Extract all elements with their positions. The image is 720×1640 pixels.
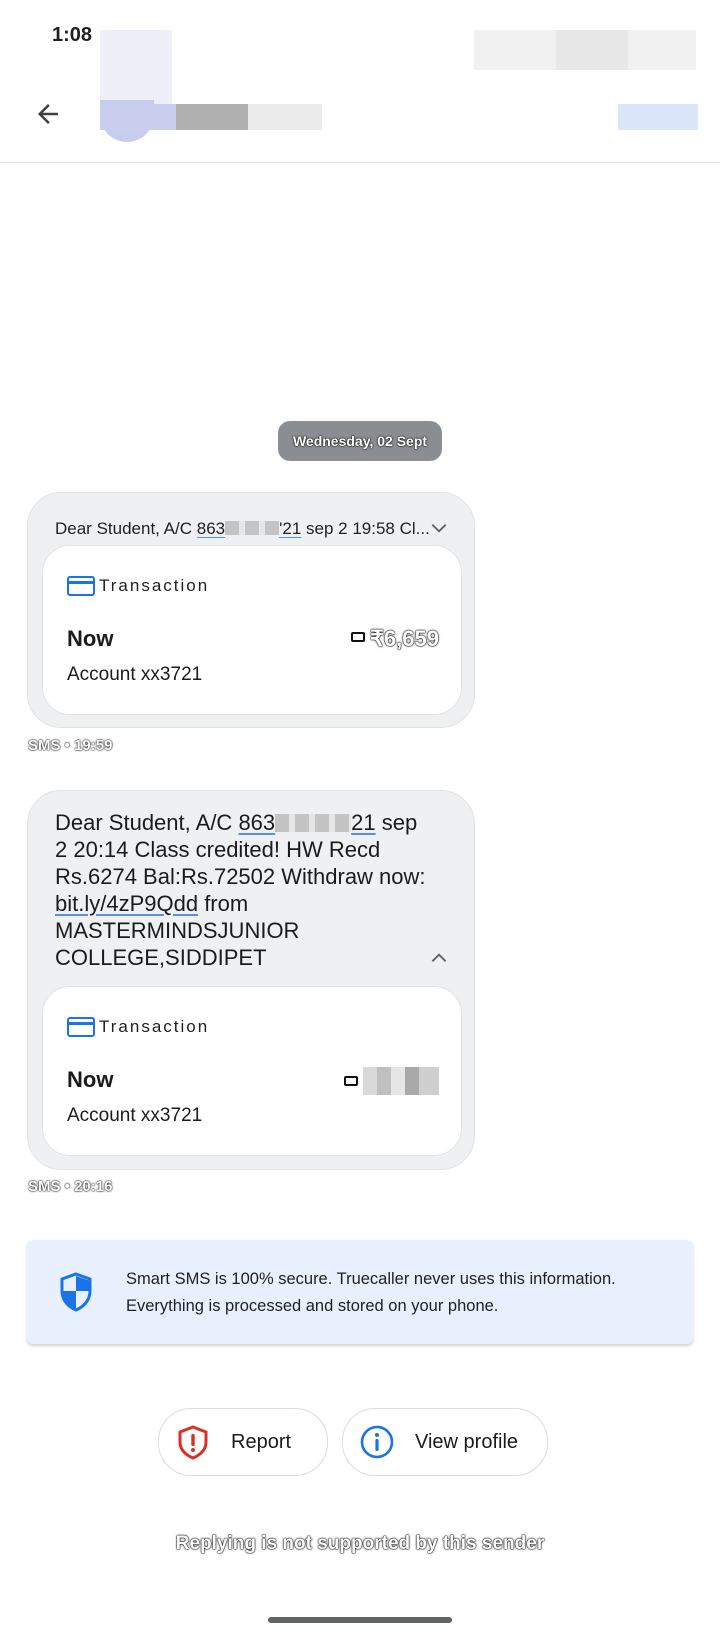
transaction-card[interactable]: Transaction Now Account xx3721 ₹6,659 xyxy=(42,545,462,715)
minus-icon xyxy=(344,1076,358,1086)
back-button[interactable] xyxy=(26,92,70,136)
transaction-card[interactable]: Transaction Now Account xx3721 xyxy=(42,986,462,1156)
transaction-label: Transaction xyxy=(99,1017,210,1036)
message-preview: Dear Student, A/C 863 '21 sep 2 19:58 Cl.… xyxy=(55,519,445,539)
security-notice-text: Smart SMS is 100% secure. Truecaller nev… xyxy=(126,1270,616,1315)
expand-button[interactable] xyxy=(428,517,450,539)
transaction-label: Transaction xyxy=(99,576,210,595)
report-shield-icon xyxy=(178,1425,208,1460)
message-bubble[interactable]: Dear Student, A/C 863 21 sep 2 20:14 Clas… xyxy=(27,790,475,1170)
message-link[interactable]: bit.ly/4zP9Qdd xyxy=(55,891,198,916)
amount-value: ₹6,659 xyxy=(369,626,439,651)
account-number-end: '21 xyxy=(279,519,302,538)
app-bar-action-redacted[interactable] xyxy=(618,104,698,130)
security-notice: Smart SMS is 100% secure. Truecaller nev… xyxy=(27,1240,693,1344)
transaction-account: Account xx3721 xyxy=(67,1105,203,1126)
account-number-start: 863 xyxy=(196,519,226,538)
message-meta: SMS • 19:59 xyxy=(28,737,113,754)
collapse-button[interactable] xyxy=(428,947,450,969)
shield-icon xyxy=(60,1272,92,1312)
account-number-start: 863 xyxy=(238,810,276,835)
minus-icon xyxy=(350,632,365,642)
message-body: Dear Student, A/C 863 21 sep 2 20:14 Clas… xyxy=(55,809,435,971)
chevron-down-icon xyxy=(431,524,447,533)
transaction-amount-redacted xyxy=(344,1067,439,1095)
message-text: sep 2 19:58 Cl... xyxy=(301,519,430,538)
transaction-account: Account xx3721 xyxy=(67,664,203,685)
reply-unsupported-note: Replying is not supported by this sender xyxy=(175,1533,545,1554)
transaction-amount: ₹6,659 xyxy=(350,626,439,652)
status-time: 1:08 xyxy=(52,24,93,46)
pixelated-amount xyxy=(363,1067,439,1095)
info-icon xyxy=(360,1425,394,1459)
account-number-link[interactable]: 863 21 xyxy=(238,810,375,835)
view-profile-button[interactable]: View profile xyxy=(342,1408,548,1476)
report-button[interactable]: Report xyxy=(158,1408,328,1476)
transaction-time: Now xyxy=(67,1067,114,1092)
message-text: Dear Student, A/C xyxy=(55,519,197,538)
transaction-time: Now xyxy=(67,626,114,651)
account-number-end: 21 xyxy=(351,810,376,835)
message-meta: SMS • 20:16 xyxy=(28,1178,113,1195)
home-indicator[interactable] xyxy=(268,1617,452,1623)
arrow-left-icon xyxy=(38,104,58,124)
chevron-up-icon xyxy=(431,953,447,962)
credit-card-icon xyxy=(67,1017,95,1037)
sender-name-redacted-end xyxy=(248,104,322,130)
message-bubble[interactable]: Dear Student, A/C 863 '21 sep 2 19:58 Cl.… xyxy=(27,492,475,728)
account-number-redacted xyxy=(275,814,352,832)
date-chip: Wednesday, 02 Sept xyxy=(278,421,442,461)
account-number-redacted xyxy=(225,521,280,535)
message-text: Dear Student, A/C xyxy=(55,810,239,835)
credit-card-icon xyxy=(67,576,95,596)
sender-name-redacted-start xyxy=(100,104,176,130)
account-number-link[interactable]: 863 '21 xyxy=(197,519,302,538)
report-label: Report xyxy=(231,1430,292,1453)
view-profile-label: View profile xyxy=(415,1430,519,1453)
